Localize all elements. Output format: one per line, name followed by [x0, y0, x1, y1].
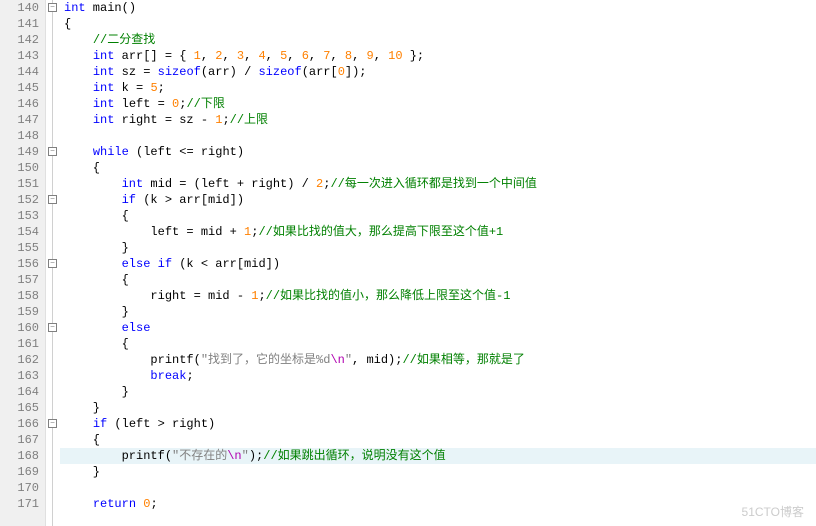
code-line[interactable]: //二分查找 — [60, 32, 816, 48]
fold-toggle-icon[interactable]: − — [48, 323, 57, 332]
line-number: 153 — [0, 208, 39, 224]
code-line[interactable]: } — [60, 384, 816, 400]
code-line[interactable]: int main() — [60, 0, 816, 16]
fold-toggle-icon[interactable]: − — [48, 419, 57, 428]
line-number: 166 — [0, 416, 39, 432]
line-number: 143 — [0, 48, 39, 64]
line-number: 169 — [0, 464, 39, 480]
code-line[interactable]: { — [60, 160, 816, 176]
line-number: 144 — [0, 64, 39, 80]
line-number: 162 — [0, 352, 39, 368]
line-number: 145 — [0, 80, 39, 96]
fold-column[interactable]: − − − − − − — [46, 0, 60, 526]
fold-toggle-icon[interactable]: − — [48, 147, 57, 156]
code-line[interactable]: printf("不存在的\n");//如果跳出循环，说明没有这个值 — [60, 448, 816, 464]
line-number: 155 — [0, 240, 39, 256]
code-line[interactable]: left = mid + 1;//如果比找的值大，那么提高下限至这个值+1 — [60, 224, 816, 240]
code-line[interactable]: int mid = (left + right) / 2;//每一次进入循环都是… — [60, 176, 816, 192]
line-number: 154 — [0, 224, 39, 240]
code-line[interactable]: } — [60, 400, 816, 416]
line-number: 159 — [0, 304, 39, 320]
code-line[interactable]: { — [60, 16, 816, 32]
line-number-gutter: 1401411421431441451461471481491501511521… — [0, 0, 46, 526]
line-number: 167 — [0, 432, 39, 448]
code-line[interactable]: { — [60, 272, 816, 288]
code-line[interactable]: { — [60, 432, 816, 448]
code-line[interactable]: } — [60, 240, 816, 256]
code-line[interactable] — [60, 480, 816, 496]
code-area[interactable]: int main(){ //二分查找 int arr[] = { 1, 2, 3… — [60, 0, 816, 526]
line-number: 170 — [0, 480, 39, 496]
code-line[interactable]: int sz = sizeof(arr) / sizeof(arr[0]); — [60, 64, 816, 80]
line-number: 171 — [0, 496, 39, 512]
fold-toggle-icon[interactable]: − — [48, 3, 57, 12]
line-number: 150 — [0, 160, 39, 176]
code-line[interactable]: } — [60, 464, 816, 480]
line-number: 156 — [0, 256, 39, 272]
code-line[interactable]: int arr[] = { 1, 2, 3, 4, 5, 6, 7, 8, 9,… — [60, 48, 816, 64]
line-number: 164 — [0, 384, 39, 400]
code-line[interactable]: int k = 5; — [60, 80, 816, 96]
code-line[interactable]: { — [60, 208, 816, 224]
code-editor[interactable]: 1401411421431441451461471481491501511521… — [0, 0, 816, 526]
code-line[interactable]: else — [60, 320, 816, 336]
code-line[interactable]: int right = sz - 1;//上限 — [60, 112, 816, 128]
code-line[interactable]: if (k > arr[mid]) — [60, 192, 816, 208]
line-number: 152 — [0, 192, 39, 208]
line-number: 140 — [0, 0, 39, 16]
line-number: 149 — [0, 144, 39, 160]
line-number: 141 — [0, 16, 39, 32]
code-line[interactable]: if (left > right) — [60, 416, 816, 432]
line-number: 147 — [0, 112, 39, 128]
line-number: 161 — [0, 336, 39, 352]
code-line[interactable]: int left = 0;//下限 — [60, 96, 816, 112]
code-line[interactable]: } — [60, 304, 816, 320]
code-line[interactable]: return 0; — [60, 496, 816, 512]
line-number: 165 — [0, 400, 39, 416]
line-number: 151 — [0, 176, 39, 192]
code-line[interactable]: while (left <= right) — [60, 144, 816, 160]
fold-toggle-icon[interactable]: − — [48, 195, 57, 204]
line-number: 160 — [0, 320, 39, 336]
line-number: 163 — [0, 368, 39, 384]
fold-toggle-icon[interactable]: − — [48, 259, 57, 268]
line-number: 158 — [0, 288, 39, 304]
line-number: 148 — [0, 128, 39, 144]
code-line[interactable]: right = mid - 1;//如果比找的值小，那么降低上限至这个值-1 — [60, 288, 816, 304]
code-line[interactable]: { — [60, 336, 816, 352]
code-line[interactable] — [60, 128, 816, 144]
code-line[interactable]: break; — [60, 368, 816, 384]
code-line[interactable]: printf("找到了，它的坐标是%d\n", mid);//如果相等，那就是了 — [60, 352, 816, 368]
code-line[interactable]: else if (k < arr[mid]) — [60, 256, 816, 272]
line-number: 157 — [0, 272, 39, 288]
line-number: 146 — [0, 96, 39, 112]
line-number: 168 — [0, 448, 39, 464]
line-number: 142 — [0, 32, 39, 48]
